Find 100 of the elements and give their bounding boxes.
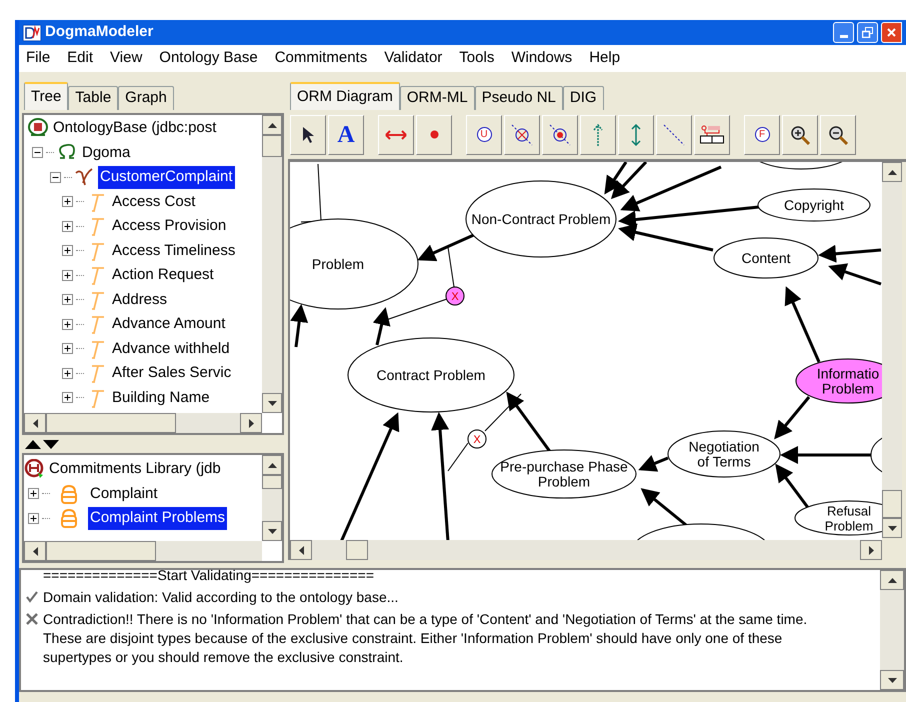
tab[interactable]: ORM-ML <box>400 86 475 110</box>
arrow <box>290 304 308 348</box>
scroll-left-icon <box>298 546 304 554</box>
vertical-scrollbar[interactable] <box>262 455 282 541</box>
entity-node[interactable]: Negotiation of Terms <box>668 430 780 478</box>
tool-button[interactable] <box>504 114 540 154</box>
vertical-scrollbar[interactable] <box>880 570 904 690</box>
entity-node[interactable]: Problem <box>290 218 418 310</box>
tree-item[interactable]: CustomerComplaint <box>98 166 235 188</box>
menu-item[interactable]: Tools <box>459 47 494 70</box>
scroll-up-icon <box>888 578 896 582</box>
horizontal-scrollbar[interactable] <box>24 413 262 433</box>
tree-item[interactable]: Complaint Problems <box>88 507 228 530</box>
tree-item[interactable]: Building Name <box>110 386 212 409</box>
arrow <box>818 244 882 263</box>
expand-icon[interactable] <box>62 245 73 256</box>
menu-item[interactable]: File <box>26 47 50 70</box>
collapse-icon[interactable] <box>50 172 61 183</box>
window-title: DogmaModeler <box>45 22 154 42</box>
scroll-down-button[interactable] <box>262 521 282 541</box>
collapse-icon[interactable] <box>32 147 43 158</box>
horizontal-scrollbar[interactable] <box>290 540 882 560</box>
scroll-left-button[interactable] <box>24 541 46 561</box>
expand-icon[interactable] <box>62 196 73 208</box>
vertical-scrollbar[interactable] <box>262 115 282 413</box>
expand-icon[interactable] <box>28 512 39 524</box>
scrollbar-thumb[interactable] <box>46 541 156 561</box>
vertical-scrollbar[interactable] <box>882 162 902 538</box>
tree-item[interactable]: Access Timeliness <box>110 240 238 262</box>
tree-item[interactable]: Commitments Library (jdb <box>47 458 223 480</box>
text-tool-button[interactable]: A <box>328 114 364 154</box>
expand-icon[interactable] <box>62 270 73 281</box>
expand-icon[interactable] <box>62 343 73 354</box>
entity-node[interactable]: Refusal Problem <box>794 500 882 536</box>
tab[interactable]: Table <box>68 86 118 110</box>
scroll-up-button[interactable] <box>262 455 282 475</box>
tree-item[interactable]: Dgoma <box>80 142 132 164</box>
scrollbar-thumb[interactable] <box>882 490 902 518</box>
expand-icon[interactable] <box>62 392 73 404</box>
uniqueness-constraint-button[interactable]: U <box>466 114 502 154</box>
scroll-left-button[interactable] <box>24 413 46 433</box>
tab[interactable]: ORM Diagram <box>290 82 400 110</box>
menu-item[interactable]: Validator <box>384 47 442 70</box>
scroll-up-button[interactable] <box>880 570 904 590</box>
tool-button[interactable] <box>290 114 326 154</box>
frequency-constraint-button[interactable]: F <box>744 114 780 154</box>
scrollbar-thumb[interactable] <box>46 413 176 433</box>
menu-item[interactable]: Commitments <box>274 47 368 70</box>
scrollbar-thumb[interactable] <box>262 475 282 489</box>
expand-icon[interactable] <box>62 368 73 379</box>
splitter-arrows-icon[interactable] <box>25 440 59 448</box>
scroll-left-button[interactable] <box>290 540 312 560</box>
tree-item[interactable]: Advance Amount <box>110 313 228 336</box>
scroll-down-button[interactable] <box>880 670 904 690</box>
menu-item[interactable]: View <box>110 47 142 70</box>
entity-node[interactable]: Copyright <box>758 188 870 222</box>
menu-item[interactable]: Help <box>589 47 620 70</box>
entity-node[interactable]: Content <box>714 238 818 278</box>
tool-button[interactable] <box>782 114 818 154</box>
scroll-down-button[interactable] <box>262 393 282 413</box>
tab[interactable]: Tree <box>24 82 68 110</box>
tab[interactable]: Graph <box>118 86 174 110</box>
tree-item[interactable]: Complaint <box>88 482 160 505</box>
tree-item[interactable]: Address <box>110 288 170 311</box>
tab[interactable]: DIG <box>562 86 604 110</box>
menu-item[interactable]: Windows <box>511 47 572 70</box>
tool-button[interactable] <box>820 114 856 154</box>
gamma-icon <box>75 167 95 188</box>
scroll-up-button[interactable] <box>262 115 282 135</box>
restore-button[interactable] <box>857 22 878 43</box>
tool-button[interactable] <box>542 114 578 154</box>
tree-item[interactable]: After Sales Servic <box>110 362 234 384</box>
minimize-button[interactable] <box>833 22 854 43</box>
tab[interactable]: Pseudo NL <box>474 86 563 110</box>
tree-item[interactable]: Action Request <box>110 264 216 286</box>
expand-icon[interactable] <box>62 318 73 330</box>
exclusion-constraint[interactable]: X <box>468 430 486 448</box>
tree-item[interactable]: OntologyBase (jdbc:post <box>51 117 218 140</box>
expand-icon[interactable] <box>28 488 39 500</box>
close-button[interactable] <box>881 22 902 43</box>
entity-node[interactable]: Non-Contract Problem <box>466 180 616 258</box>
scroll-right-button[interactable] <box>860 540 882 560</box>
scrollbar-thumb[interactable] <box>262 135 282 157</box>
entity-node[interactable]: Informatio Problem <box>796 358 882 404</box>
menu-item[interactable]: Edit <box>67 47 94 70</box>
tree-item[interactable]: Access Cost <box>110 190 198 213</box>
scrollbar-thumb[interactable] <box>346 540 368 560</box>
expand-icon[interactable] <box>62 294 73 306</box>
menu-item[interactable]: Ontology Base <box>159 47 258 70</box>
scroll-up-button[interactable] <box>882 162 902 182</box>
horizontal-scrollbar[interactable] <box>24 541 262 561</box>
scroll-down-button[interactable] <box>882 518 902 538</box>
expand-icon[interactable] <box>62 220 73 232</box>
tool-button[interactable] <box>694 114 730 154</box>
tree-item[interactable]: Access Provision <box>110 215 228 238</box>
entity-node[interactable]: Contract Problem <box>348 338 514 412</box>
tree-item[interactable]: Advance withheld <box>110 338 232 360</box>
scroll-right-button[interactable] <box>240 413 262 433</box>
entity-node[interactable]: Pre-purchase Phase Problem <box>492 450 636 498</box>
scroll-down-icon <box>268 400 276 406</box>
